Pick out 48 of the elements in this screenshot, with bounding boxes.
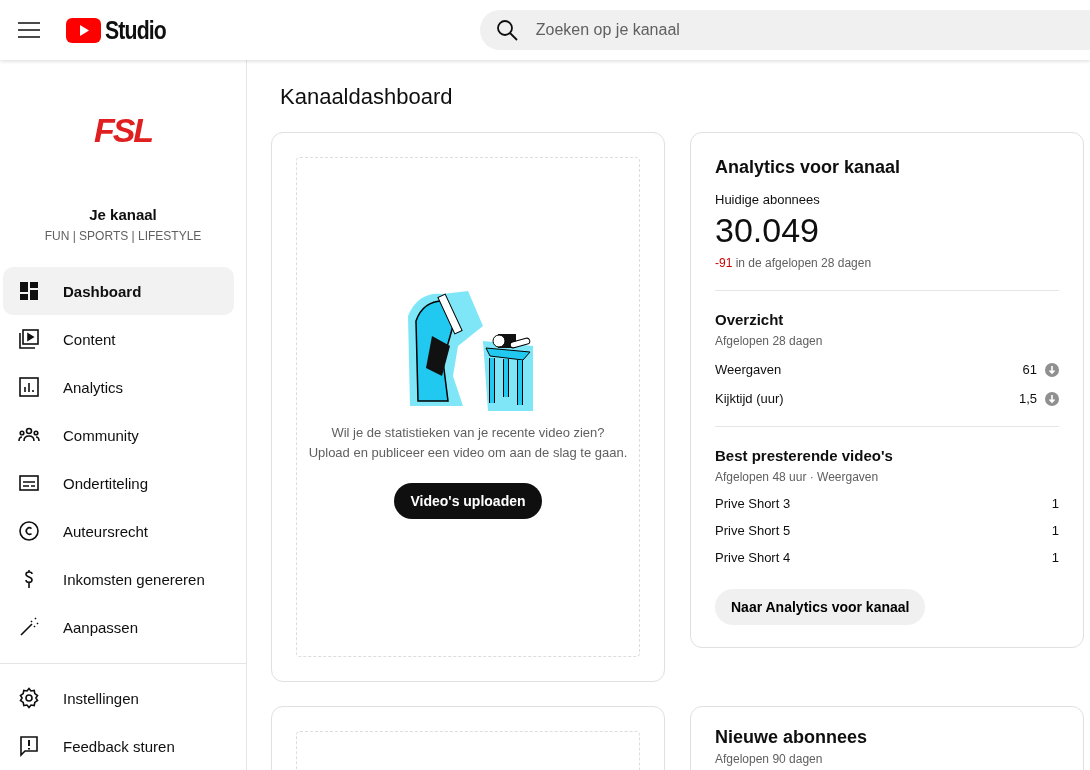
search-icon — [495, 19, 518, 41]
sidebar-item[interactable]: Analytics — [3, 363, 234, 411]
metric-value: 61 — [1022, 362, 1037, 377]
section-title: Best presterende video's — [715, 447, 894, 464]
subscriber-change-text: -91 in de afgelopen 28 dagen — [715, 256, 873, 270]
video-title: Prive Short 5 — [715, 523, 791, 538]
analytics-link-button[interactable]: Naar Analytics voor kanaal — [715, 589, 926, 625]
sidebar-item[interactable]: Auteursrecht — [3, 507, 234, 555]
menu-icon[interactable] — [18, 22, 40, 38]
metric-label: Weergaven — [715, 362, 782, 377]
settings-icon — [17, 686, 41, 710]
video-views: 1 — [1051, 550, 1059, 565]
period-text: Afgelopen 28 dagen — [715, 334, 824, 348]
search-field[interactable]: Zoeken op je kanaal — [479, 10, 1090, 50]
video-views: 1 — [1051, 523, 1059, 538]
channel-logo: FSL — [93, 109, 153, 151]
card-title: Analytics voor kanaal — [715, 157, 902, 178]
play-logo-icon — [66, 17, 101, 43]
sidebar-item[interactable]: Dashboard — [3, 267, 234, 315]
video-title: Prive Short 3 — [715, 496, 791, 511]
sidebar-item[interactable]: Instellingen — [3, 674, 234, 722]
upload-videos-button[interactable]: Video's uploaden — [394, 483, 542, 519]
metric-value: 1,5 — [1018, 391, 1037, 406]
period-text: Afgelopen 48 uur · Weergaven — [715, 470, 880, 484]
dashboard-icon — [17, 279, 41, 303]
sidebar-item[interactable]: Inkomsten genereren — [3, 555, 234, 603]
studio-logo-text: Studio — [105, 15, 166, 45]
channel-name: Je kanaal — [89, 206, 157, 223]
upload-prompt-text: Wil je de statistieken van je recente video zien? Upload en publiceer een video om aan de slag te gaan. — [308, 424, 628, 462]
page-title: Kanaaldashboard — [280, 84, 454, 110]
sidebar-item[interactable]: Content — [3, 315, 234, 363]
sidebar-item[interactable]: Community — [3, 411, 234, 459]
video-views: 1 — [1051, 496, 1059, 511]
analytics-icon — [17, 375, 41, 399]
subscribers-label: Huidige abonnees — [715, 192, 821, 207]
channel-tagline: FUN | SPORTS | LIFESTYLE — [44, 229, 202, 243]
feedback-icon — [17, 734, 41, 758]
content-icon — [17, 327, 41, 351]
sidebar-item[interactable]: Aanpassen — [3, 603, 234, 651]
sidebar-item[interactable]: Ondertiteling — [3, 459, 234, 507]
subscriber-count: 30.049 — [715, 211, 820, 250]
card-title: Nieuwe abonnees — [715, 727, 869, 748]
video-title: Prive Short 4 — [715, 550, 791, 565]
sidebar-item[interactable]: Feedback sturen — [3, 722, 234, 770]
metric-label: Kijktijd (uur) — [715, 391, 784, 406]
period-text: Afgelopen 90 dagen — [715, 752, 824, 766]
copyright-icon — [17, 519, 41, 543]
section-title: Overzicht — [715, 311, 785, 328]
